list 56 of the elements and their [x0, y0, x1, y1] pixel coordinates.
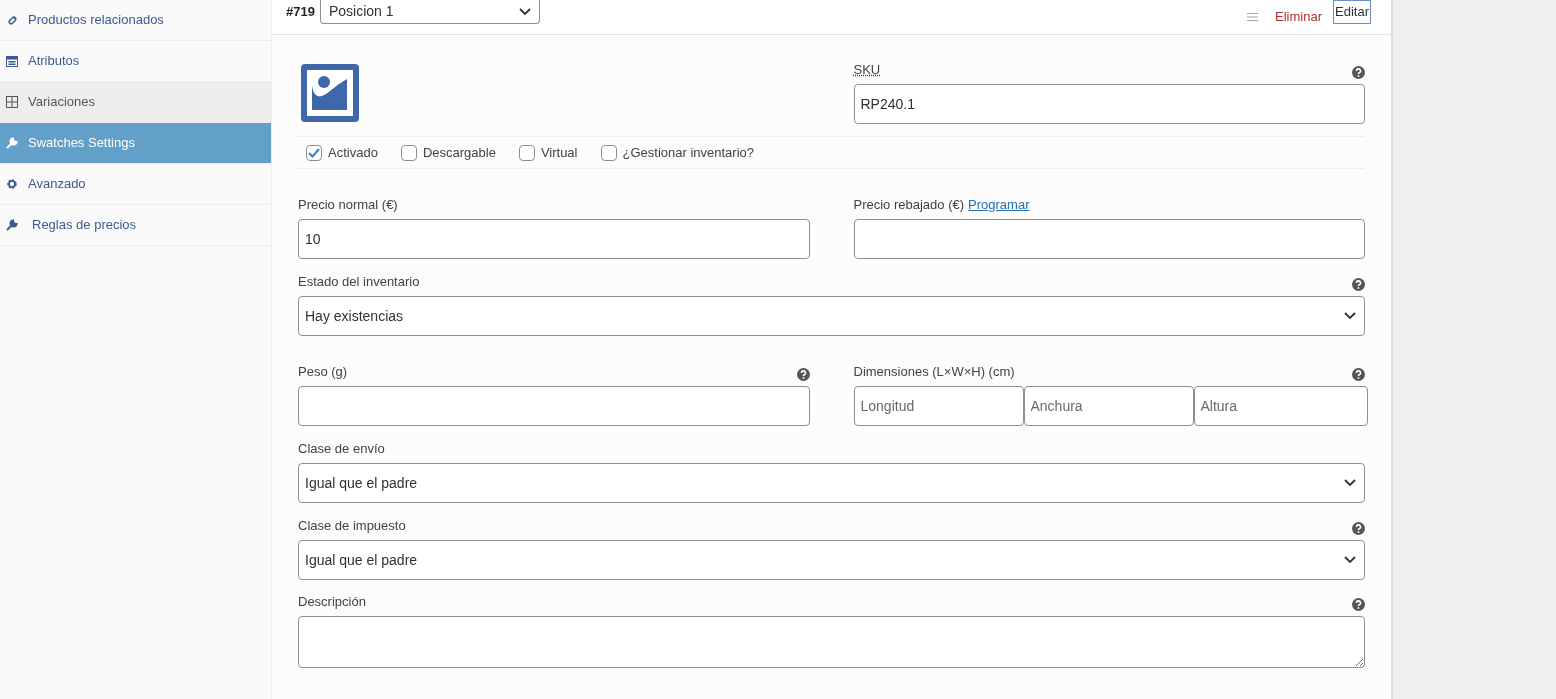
checkbox[interactable] [306, 144, 322, 161]
chevron-down-icon [1344, 556, 1356, 564]
wrench-icon [6, 137, 18, 149]
edit-link[interactable]: Editar [1333, 0, 1371, 24]
field-label: SKU [853, 60, 881, 79]
checkbox[interactable] [600, 144, 617, 161]
checkmark-icon [308, 147, 320, 158]
field-label: Precio normal (€) [298, 195, 398, 214]
field-label: Precio rebajado (€) [853, 195, 965, 214]
field-label: Clase de envío [298, 439, 385, 458]
field-label: Peso (g) [298, 362, 348, 381]
attribute-select[interactable]: Posicion 1 [319, 0, 540, 24]
checkbox[interactable] [518, 144, 535, 161]
description-field[interactable] [298, 616, 1365, 668]
checkbox-label: Activado [328, 143, 378, 162]
sidebar-tab[interactable]: Productos relacionados [0, 0, 271, 41]
select-field[interactable]: Hay existencias [298, 296, 1365, 336]
image-placeholder-icon[interactable] [301, 64, 359, 122]
variation-number: #719 [286, 3, 315, 21]
checkbox[interactable] [400, 144, 417, 161]
field-label: Estado del inventario [298, 272, 420, 291]
sidebar-tab[interactable]: Variaciones [0, 82, 271, 123]
delete-link[interactable]: Eliminar [1275, 7, 1323, 27]
input-field[interactable]: Altura [1193, 386, 1368, 426]
sidebar-tab[interactable]: Avanzado [0, 164, 271, 205]
help-icon[interactable] [1352, 368, 1365, 381]
chevron-down-icon [518, 7, 531, 16]
input-field[interactable] [298, 386, 810, 426]
help-icon[interactable] [796, 368, 810, 381]
gear-icon [6, 178, 18, 190]
chevron-down-icon [1344, 312, 1356, 320]
help-icon[interactable] [1352, 522, 1365, 535]
field-label: Descripción [298, 592, 366, 611]
help-icon[interactable] [1352, 66, 1365, 79]
wrench-icon [6, 219, 18, 231]
help-icon[interactable] [1352, 598, 1365, 611]
input-field[interactable]: Longitud [853, 386, 1024, 426]
checkbox-label: Virtual [540, 143, 578, 162]
help-icon[interactable] [1352, 278, 1365, 291]
input-field[interactable]: Anchura [1023, 386, 1194, 426]
link-icon [6, 14, 18, 26]
menu-icon[interactable] [1247, 13, 1259, 21]
schedule-link[interactable]: Programar [968, 194, 1030, 214]
select-field[interactable]: Igual que el padre [298, 540, 1365, 580]
input-field[interactable]: 10 [298, 219, 810, 259]
select-field[interactable]: Igual que el padre [298, 463, 1365, 503]
list-icon [6, 55, 18, 67]
input-field[interactable] [853, 219, 1365, 259]
sidebar-tab[interactable]: Reglas de precios [0, 205, 271, 246]
grid-icon [6, 96, 18, 108]
chevron-down-icon [1344, 479, 1356, 487]
input-field[interactable]: RP240.1 [853, 84, 1365, 124]
field-label: Clase de impuesto [298, 516, 406, 535]
checkbox-label: Descargable [422, 143, 496, 162]
checkbox-label: ¿Gestionar inventario? [622, 143, 754, 162]
field-label: Dimensiones (L×W×H) (cm) [853, 362, 1015, 381]
